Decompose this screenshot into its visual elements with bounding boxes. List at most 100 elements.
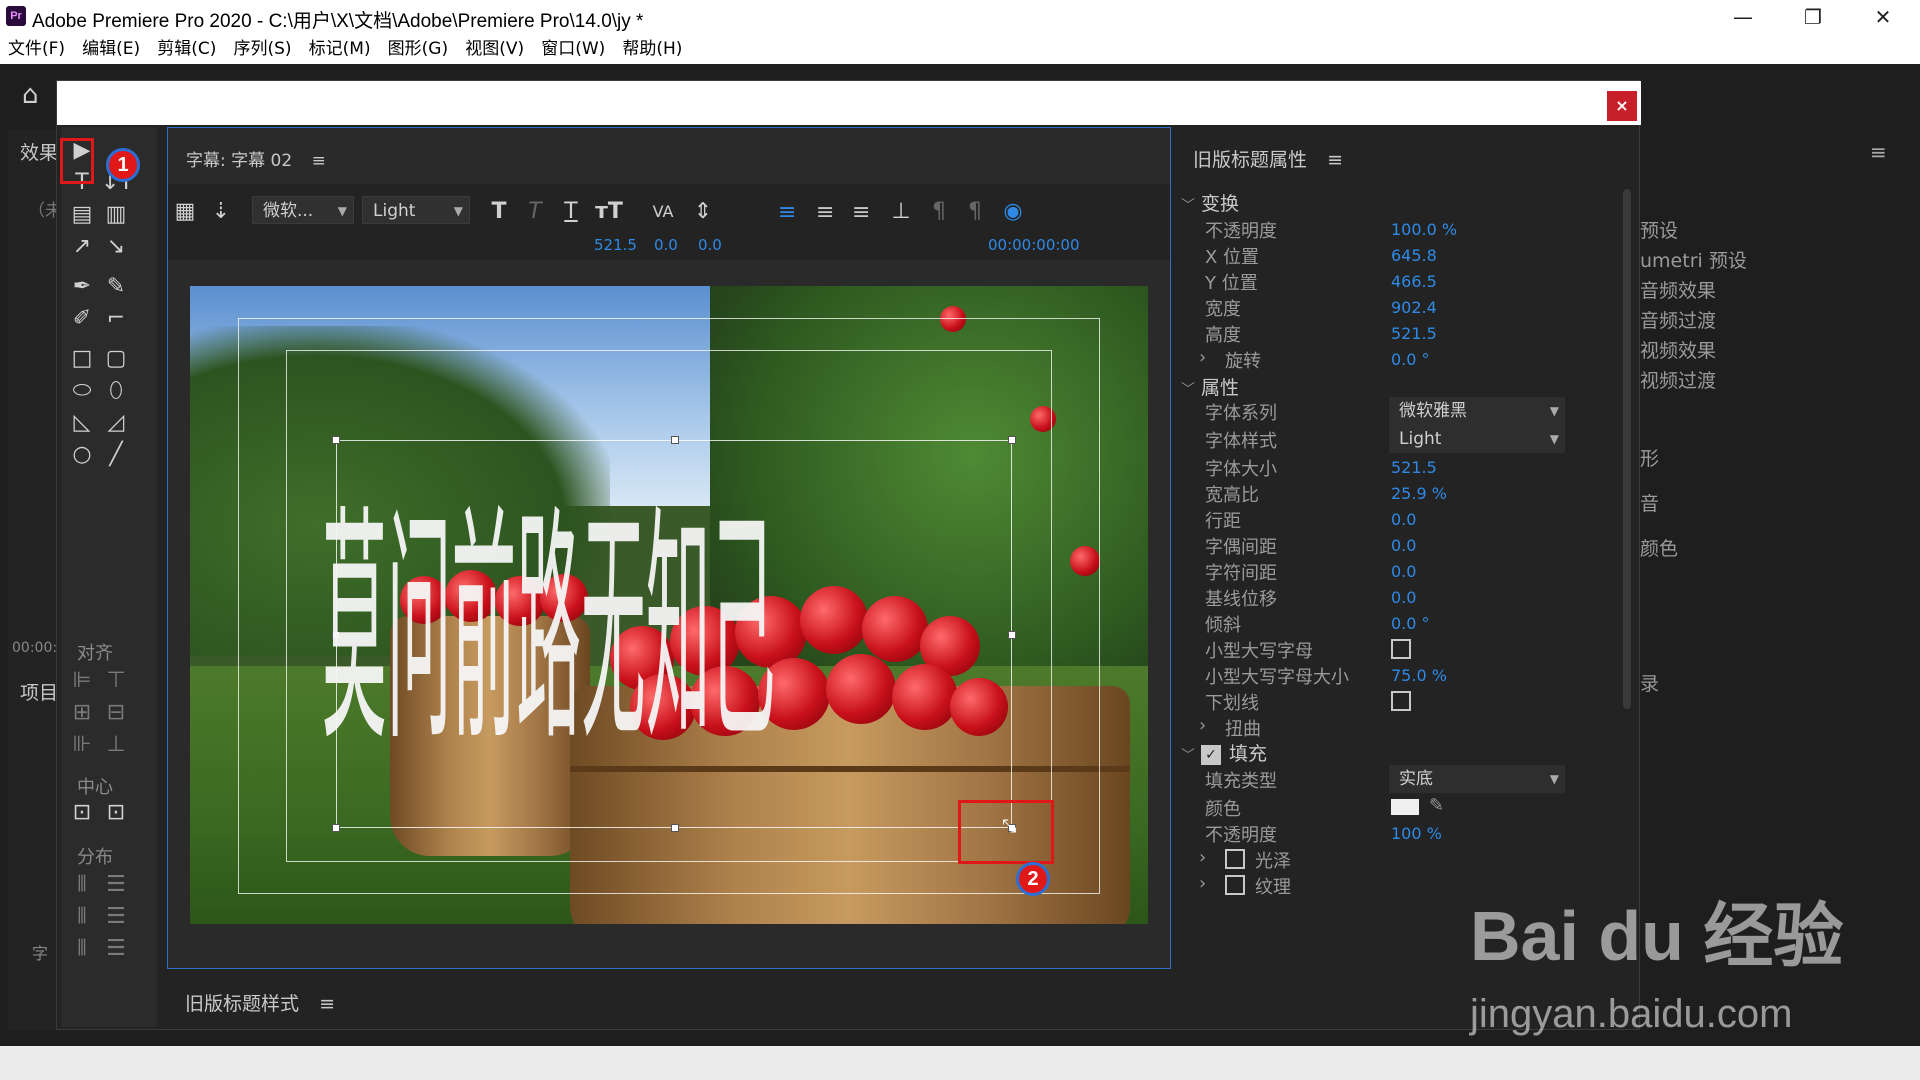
center-vertical-icon[interactable]: ⊡ bbox=[101, 799, 131, 827]
background-video-icon[interactable]: ▦ bbox=[170, 198, 200, 226]
tab-stops-icon[interactable]: ⊥ bbox=[886, 198, 916, 226]
right-panel-menu-icon[interactable]: ≡ bbox=[1870, 140, 1887, 164]
styles-menu-icon[interactable]: ≡ bbox=[319, 993, 335, 1015]
leading-prop-value[interactable]: 0.0 bbox=[1391, 510, 1416, 529]
font-family-select[interactable]: 微软雅黑 ▼ bbox=[1389, 397, 1565, 425]
sheen-row[interactable]: › 光泽 bbox=[1175, 847, 1615, 873]
kerning-value[interactable]: 0.0 bbox=[654, 236, 678, 254]
essential-list-item[interactable]: 录 bbox=[1640, 669, 1880, 699]
minimize-button[interactable]: — bbox=[1712, 0, 1774, 34]
texture-checkbox[interactable] bbox=[1225, 875, 1245, 895]
underline-checkbox[interactable] bbox=[1391, 691, 1411, 711]
sheen-checkbox[interactable] bbox=[1225, 849, 1245, 869]
rounded-rectangle-tool-icon[interactable]: ▢ bbox=[101, 345, 131, 373]
effects-list-item[interactable]: 视频效果 bbox=[1640, 336, 1880, 366]
smallcaps-checkbox[interactable] bbox=[1391, 639, 1411, 659]
title-text[interactable]: 莫问前路无知己 bbox=[322, 426, 775, 788]
align-center-v-icon[interactable]: ⊟ bbox=[101, 699, 131, 727]
width-value[interactable]: 902.4 bbox=[1391, 298, 1437, 317]
caption-menu-icon[interactable]: ≡ bbox=[312, 151, 326, 171]
y-position-value[interactable]: 466.5 bbox=[1391, 272, 1437, 291]
align-center-text-icon[interactable]: ≡ bbox=[816, 200, 834, 225]
project-tab[interactable]: 项目 bbox=[20, 678, 58, 705]
home-icon[interactable]: ⌂ bbox=[22, 80, 52, 110]
properties-menu-icon[interactable]: ≡ bbox=[1327, 149, 1343, 171]
font-style-select[interactable]: Light ▼ bbox=[362, 196, 470, 224]
align-left-icon[interactable]: ⊫ bbox=[67, 667, 97, 695]
height-value[interactable]: 521.5 bbox=[1391, 324, 1437, 343]
vertical-path-type-tool-icon[interactable]: ↘ bbox=[101, 233, 131, 261]
properties-section[interactable]: ﹀ 属性 bbox=[1181, 373, 1239, 400]
vertical-area-type-tool-icon[interactable]: ▥ bbox=[101, 201, 131, 229]
distribute-right-icon[interactable]: ⦀ bbox=[67, 935, 97, 963]
fill-type-select[interactable]: 实底 ▼ bbox=[1389, 765, 1565, 793]
dialog-close-button[interactable]: × bbox=[1607, 91, 1637, 121]
kerning-prop-value[interactable]: 0.0 bbox=[1391, 536, 1416, 555]
underline-icon[interactable]: T bbox=[556, 198, 586, 226]
font-size-prop-value[interactable]: 521.5 bbox=[1391, 458, 1437, 477]
align-left-text-icon[interactable]: ≡ bbox=[778, 200, 796, 225]
pen-tool-icon[interactable]: ✒ bbox=[67, 273, 97, 301]
distribute-top-icon[interactable]: ☰ bbox=[101, 871, 131, 899]
menu-edit[interactable]: 编辑(E) bbox=[76, 34, 146, 64]
slant-value[interactable]: 0.0 ° bbox=[1391, 614, 1430, 633]
effects-list-item[interactable]: 视频过渡 bbox=[1640, 366, 1880, 396]
baseline-value[interactable]: 0.0 bbox=[1391, 588, 1416, 607]
leading-value[interactable]: 0.0 bbox=[698, 236, 722, 254]
maximize-button[interactable]: ❐ bbox=[1782, 0, 1844, 34]
delete-anchor-tool-icon[interactable]: ✐ bbox=[67, 305, 97, 333]
aspect-value[interactable]: 25.9 % bbox=[1391, 484, 1447, 503]
font-size-value[interactable]: 521.5 bbox=[594, 236, 637, 254]
fill-section[interactable]: ﹀ ✓ 填充 bbox=[1181, 739, 1267, 766]
effects-tab[interactable]: 效果 bbox=[20, 138, 58, 165]
roll-crawl-options-icon[interactable]: ⇣ bbox=[206, 198, 236, 226]
eyedropper-icon[interactable]: ✎ bbox=[1429, 795, 1444, 816]
menu-clip[interactable]: 剪辑(C) bbox=[151, 34, 222, 64]
align-right-icon[interactable]: ⊪ bbox=[67, 731, 97, 759]
fill-opacity-value[interactable]: 100 % bbox=[1391, 824, 1442, 843]
distribute-bottom-icon[interactable]: ☰ bbox=[101, 935, 131, 963]
transform-section[interactable]: ﹀ 变换 bbox=[1181, 189, 1239, 216]
smallcaps-size-value[interactable]: 75.0 % bbox=[1391, 666, 1447, 685]
resize-handle[interactable] bbox=[1008, 436, 1016, 444]
clipped-rectangle-tool-icon[interactable]: ⬭ bbox=[67, 377, 97, 405]
tracking-value[interactable]: 0.0 bbox=[1391, 562, 1416, 581]
resize-handle[interactable] bbox=[671, 824, 679, 832]
effects-list-item[interactable]: 音频过渡 bbox=[1640, 306, 1880, 336]
properties-scrollbar[interactable] bbox=[1623, 189, 1631, 709]
essential-list-item[interactable]: 形 bbox=[1640, 444, 1880, 489]
menu-view[interactable]: 视图(V) bbox=[459, 34, 530, 64]
show-background-video-icon[interactable]: ◉ bbox=[998, 198, 1028, 226]
kerning-icon[interactable]: VA bbox=[648, 198, 678, 226]
essential-list-item[interactable]: 音 bbox=[1640, 489, 1880, 534]
rtl-icon[interactable]: ¶ bbox=[960, 198, 990, 226]
align-center-h-icon[interactable]: ⊞ bbox=[67, 699, 97, 727]
fill-color-swatch[interactable] bbox=[1391, 799, 1419, 815]
rotation-value[interactable]: 0.0 ° bbox=[1391, 350, 1430, 369]
ltr-icon[interactable]: ¶ bbox=[924, 198, 954, 226]
menu-sequence[interactable]: 序列(S) bbox=[227, 34, 297, 64]
leading-icon[interactable]: ⇕ bbox=[688, 198, 718, 226]
project-item[interactable]: 字 bbox=[32, 940, 48, 964]
align-top-icon[interactable]: ⊤ bbox=[101, 667, 131, 695]
font-family-select[interactable]: 微软... ▼ bbox=[252, 196, 354, 224]
fill-checkbox[interactable]: ✓ bbox=[1201, 744, 1221, 765]
effects-list-item[interactable]: 预设 bbox=[1640, 216, 1880, 246]
distribute-center-h-icon[interactable]: ⦀ bbox=[67, 903, 97, 931]
font-size-icon[interactable]: тT bbox=[594, 198, 624, 226]
distort-row[interactable]: › 扭曲 bbox=[1175, 715, 1615, 741]
menu-help[interactable]: 帮助(H) bbox=[616, 34, 688, 64]
window-close-button[interactable]: ✕ bbox=[1852, 0, 1914, 34]
timecode-value[interactable]: 00:00:00:00 bbox=[988, 236, 1080, 254]
font-style-select[interactable]: Light ▼ bbox=[1389, 425, 1565, 453]
center-horizontal-icon[interactable]: ⊡ bbox=[67, 799, 97, 827]
italic-icon[interactable]: T bbox=[520, 198, 550, 226]
arc-tool-icon[interactable]: ◿ bbox=[101, 409, 131, 437]
resize-handle[interactable] bbox=[1008, 631, 1016, 639]
line-tool-icon[interactable]: ╱ bbox=[101, 441, 131, 469]
menu-graphics[interactable]: 图形(G) bbox=[382, 34, 454, 64]
opacity-value[interactable]: 100.0 % bbox=[1391, 220, 1457, 239]
convert-anchor-tool-icon[interactable]: ⌐ bbox=[101, 305, 131, 333]
align-right-text-icon[interactable]: ≡ bbox=[852, 200, 870, 225]
essential-list-item[interactable]: 颜色 bbox=[1640, 534, 1880, 669]
